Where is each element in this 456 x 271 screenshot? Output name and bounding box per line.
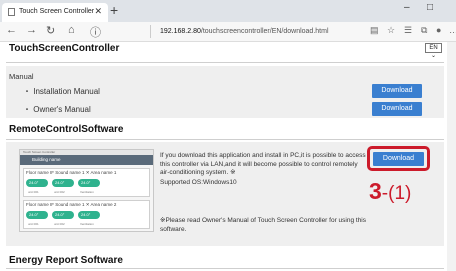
forward-icon[interactable]: → [26,24,37,36]
manual-heading: Manual [9,72,34,81]
close-tab-icon[interactable]: ✕ [94,6,102,17]
step-callout: 3-(1) [369,178,411,205]
url-host: 192.168.2.80 [160,28,201,35]
installation-manual-label: ・ Installation Manual [23,87,100,96]
preview-header-bar: Building name [20,155,153,165]
energy-divider [6,268,444,269]
title-divider [6,62,444,63]
preview-unit-caption: unit 001 [28,190,39,194]
preview-unit-caption: Ventilation [80,222,94,226]
remote-note: ※Please read Owner's Manual of Touch Scr… [160,217,367,233]
highlight-box [367,146,430,171]
back-icon[interactable]: ← [6,24,17,36]
preview-unit-pill: 24.0° [52,211,74,219]
url-path: /touchscreencontroller/EN/download.html [200,28,329,35]
tab-title: Touch Screen Controller [19,8,95,15]
page-title: TouchScreenController [9,43,120,54]
preview-unit-caption: unit 002 [54,222,65,226]
remote-description: If you download this application and ins… [160,152,366,176]
preview-unit-caption: unit 002 [54,190,65,194]
owners-manual-label: ・ Owner's Manual [23,105,91,114]
browser-tab[interactable]: Touch Screen Controller ✕ [2,3,108,22]
preview-unit-caption: Ventilation [80,190,94,194]
favorites-list-icon[interactable]: ☰ [404,25,412,36]
preview-unit-pill: 24.0° [52,179,74,187]
reader-mode-icon[interactable]: ▤ [370,25,379,36]
favorite-star-icon[interactable]: ☆ [387,25,395,36]
maximize-button[interactable]: □ [427,2,433,13]
supported-os: Supported OS:Windows10 [160,179,237,186]
remote-divider [6,139,444,140]
home-icon[interactable]: ⌂ [68,24,75,36]
collections-icon[interactable]: ⧉ [421,25,427,36]
preview-unit-pill: 24.0° [78,179,100,187]
info-icon[interactable]: ⓘ [90,24,101,40]
remote-control-title: RemoteControlSoftware [9,124,124,135]
preview-area-title: Floor name IF Sound name 1 ✕ Area name 2 [26,202,117,207]
step-number: 3 [369,178,382,204]
more-icon[interactable]: … [449,25,456,35]
address-divider [150,25,151,38]
new-tab-button[interactable]: + [110,2,118,18]
download-installation-manual-button[interactable]: Download [372,84,422,98]
download-owners-manual-button[interactable]: Download [372,102,422,116]
language-select[interactable]: EN ⌄ [425,43,442,59]
energy-report-title: Energy Report Software [9,255,123,266]
preview-area-title: Floor name IF Sound name 1 ✕ Area name 1 [26,170,117,175]
preview-unit-pill: 24.0° [26,211,48,219]
minimize-button[interactable]: – [404,2,410,13]
page-icon [8,8,15,16]
page-scrollbar[interactable] [447,42,456,271]
address-bar[interactable]: 192.168.2.80/touchscreencontroller/EN/do… [160,25,368,39]
preview-unit-pill: 24.0° [26,179,48,187]
profile-icon[interactable]: ● [436,25,441,35]
refresh-icon[interactable]: ↻ [46,24,55,37]
preview-unit-pill: 24.0° [78,211,100,219]
step-sub: -(1) [381,183,412,204]
preview-unit-caption: unit 001 [28,222,39,226]
